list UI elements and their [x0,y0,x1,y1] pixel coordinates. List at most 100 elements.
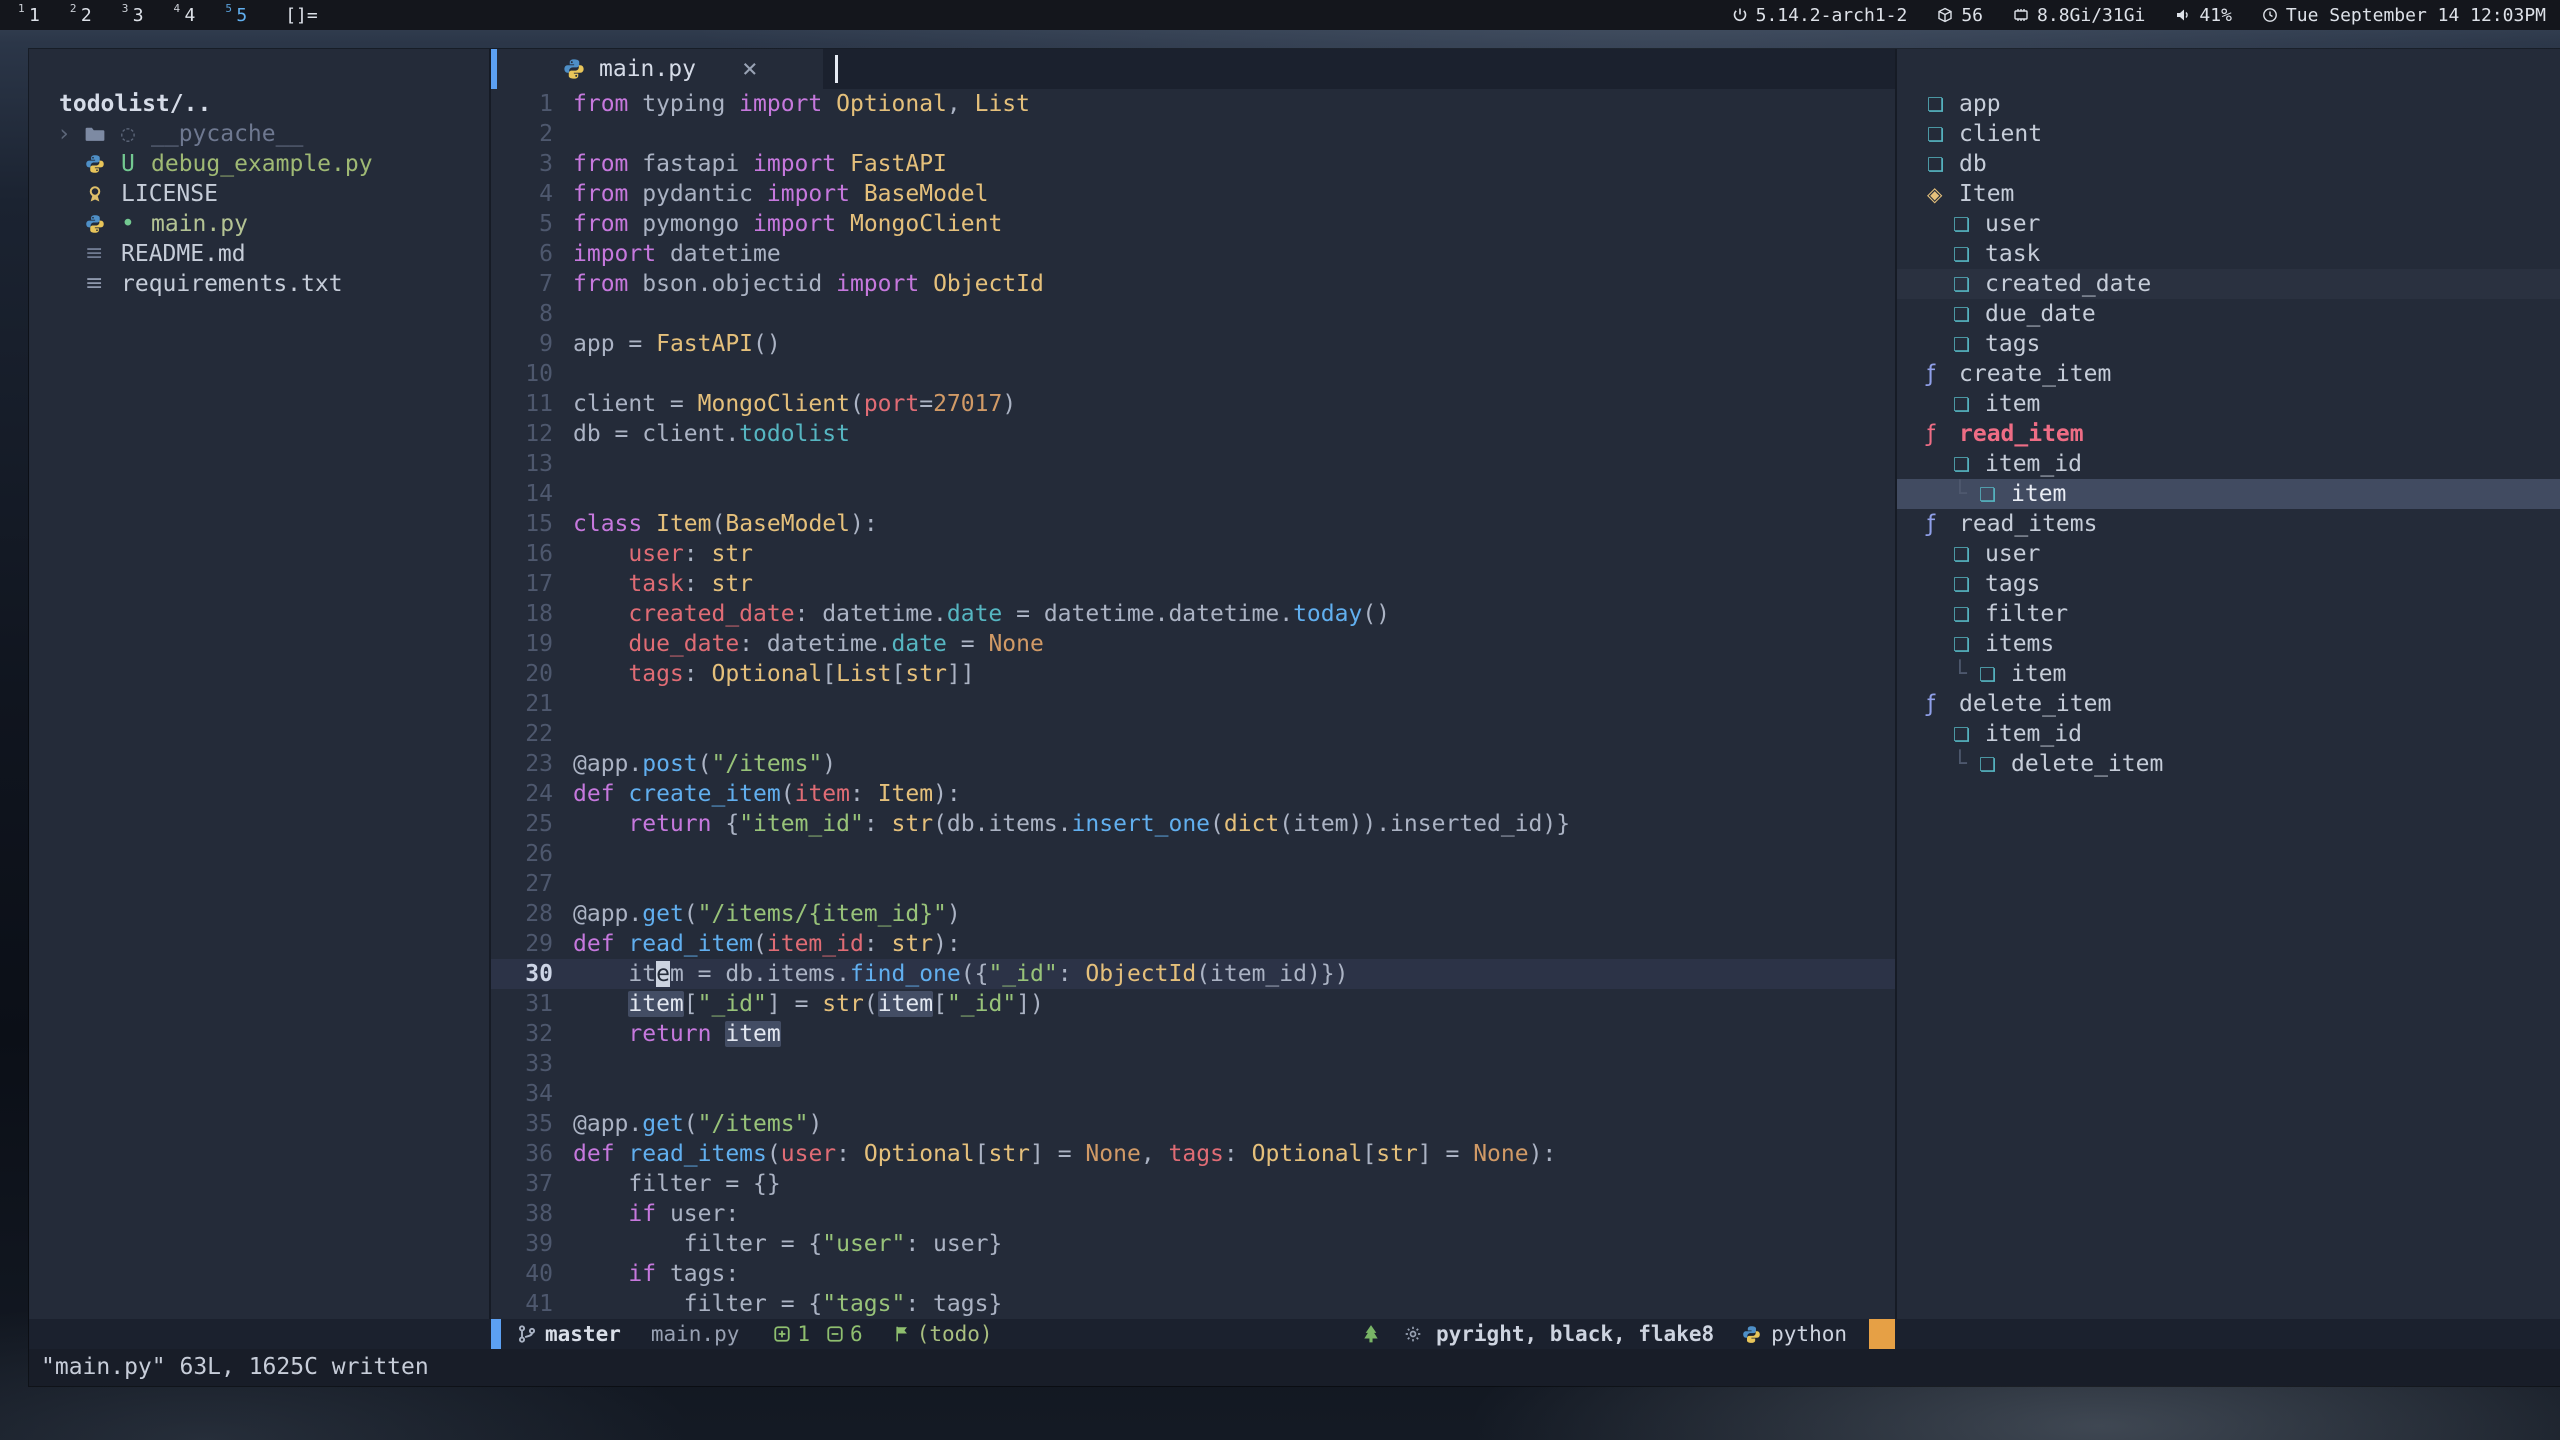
outline-item-item_id[interactable]: ❏item_id [1897,449,2560,479]
variable-icon: ❏ [1979,659,2011,690]
workspace-tag-5[interactable]: 55 [225,5,247,26]
variable-icon: ❏ [1953,329,1985,360]
code-line-39[interactable]: 39 filter = {"user": user} [491,1229,1895,1259]
code-line-32[interactable]: 32 return item [491,1019,1895,1049]
workspace-tag-4[interactable]: 44 [174,5,196,26]
outline-item-client[interactable]: ❏client [1897,119,2560,149]
code-line-21[interactable]: 21 [491,689,1895,719]
tree-item-README.md[interactable]: ≡README.md [29,239,487,269]
code-line-16[interactable]: 16 user: str [491,539,1895,569]
line-number: 11 [491,389,553,419]
outline-item-read_item[interactable]: ƒread_item [1897,419,2560,449]
code-line-19[interactable]: 19 due_date: datetime.date = None [491,629,1895,659]
outline-item-user[interactable]: ❏user [1897,539,2560,569]
outline-item-item[interactable]: └❏item [1897,479,2560,509]
code-line-23[interactable]: 23@app.post("/items") [491,749,1895,779]
outline-item-tags[interactable]: ❏tags [1897,329,2560,359]
outline-item-items[interactable]: ❏items [1897,629,2560,659]
outline-item-label: item_id [1985,719,2082,749]
workspace-tag-3[interactable]: 33 [122,5,144,26]
workspace-tag-2[interactable]: 22 [70,5,92,26]
line-number: 4 [491,179,553,209]
outline-item-due_date[interactable]: ❏due_date [1897,299,2560,329]
tree-item-LICENSE[interactable]: LICENSE [29,179,487,209]
code-line-26[interactable]: 26 [491,839,1895,869]
code-line-4[interactable]: 4from pydantic import BaseModel [491,179,1895,209]
line-text: item = db.items.find_one({"_id": ObjectI… [573,959,1349,989]
code-line-15[interactable]: 15class Item(BaseModel): [491,509,1895,539]
code-line-25[interactable]: 25 return {"item_id": str(db.items.inser… [491,809,1895,839]
tree-item-debug_example.py[interactable]: Udebug_example.py [29,149,487,179]
outline-item-create_item[interactable]: ƒcreate_item [1897,359,2560,389]
outline-item-item_id[interactable]: ❏item_id [1897,719,2560,749]
code-line-7[interactable]: 7from bson.objectid import ObjectId [491,269,1895,299]
code-line-37[interactable]: 37 filter = {} [491,1169,1895,1199]
outline-item-created_date[interactable]: ❏created_date [1897,269,2560,299]
tag-number: 5 [236,5,247,26]
variable-icon: ❏ [1953,389,1985,420]
outline-item-app[interactable]: ❏app [1897,89,2560,119]
code-line-35[interactable]: 35@app.get("/items") [491,1109,1895,1139]
code-line-17[interactable]: 17 task: str [491,569,1895,599]
outline-item-task[interactable]: ❏task [1897,239,2560,269]
outline-item-db[interactable]: ❏db [1897,149,2560,179]
tab-accent-bar [491,49,497,89]
todo-label: (todo) [917,1322,993,1346]
outline-item-item[interactable]: └❏item [1897,659,2560,689]
outline-item-filter[interactable]: ❏filter [1897,599,2560,629]
tag-number: 3 [133,5,144,26]
code-line-9[interactable]: 9app = FastAPI() [491,329,1895,359]
code-line-11[interactable]: 11 client = MongoClient(port=27017) [491,389,1895,419]
tag-client-indicator: 4 [174,2,181,15]
code-line-14[interactable]: 14 [491,479,1895,509]
tree-root[interactable]: todolist/.. [29,89,487,119]
tree-item-__pycache__[interactable]: ›◌__pycache__ [29,119,487,149]
code-line-2[interactable]: 2 [491,119,1895,149]
memory-icon [2013,7,2029,23]
pane-separator-left[interactable] [489,49,491,1319]
outline-item-tags[interactable]: ❏tags [1897,569,2560,599]
tab-close-icon[interactable]: × [742,54,758,84]
outline-item-delete_item[interactable]: ƒdelete_item [1897,689,2560,719]
variable-icon: ❏ [1953,599,1985,630]
outline-item-item[interactable]: ❏item [1897,389,2560,419]
line-number: 23 [491,749,553,779]
tree-items: ›◌__pycache__Udebug_example.pyLICENSE•ma… [29,119,487,299]
class-icon: ◈ [1927,179,1959,209]
code-line-41[interactable]: 41 filter = {"tags": tags} [491,1289,1895,1319]
outline-item-user[interactable]: ❏user [1897,209,2560,239]
line-text: from typing import Optional, List [573,89,1030,119]
code-line-3[interactable]: 3from fastapi import FastAPI [491,149,1895,179]
code-line-30[interactable]: 30 item = db.items.find_one({"_id": Obje… [491,959,1895,989]
code-line-33[interactable]: 33 [491,1049,1895,1079]
workspace-tag-1[interactable]: 11 [18,5,40,26]
code-line-18[interactable]: 18 created_date: datetime.date = datetim… [491,599,1895,629]
code-line-31[interactable]: 31 item["_id"] = str(item["_id"]) [491,989,1895,1019]
code-line-40[interactable]: 40 if tags: [491,1259,1895,1289]
code-line-27[interactable]: 27 [491,869,1895,899]
code-line-28[interactable]: 28@app.get("/items/{item_id}") [491,899,1895,929]
code-line-34[interactable]: 34 [491,1079,1895,1109]
code-line-5[interactable]: 5from pymongo import MongoClient [491,209,1895,239]
code-line-24[interactable]: 24def create_item(item: Item): [491,779,1895,809]
code-line-12[interactable]: 12db = client.todolist [491,419,1895,449]
code-line-13[interactable]: 13 [491,449,1895,479]
tree-item-requirements.txt[interactable]: ≡requirements.txt [29,269,487,299]
code-line-1[interactable]: 1from typing import Optional, List [491,89,1895,119]
tree-item-main.py[interactable]: •main.py [29,209,487,239]
code-line-29[interactable]: 29def read_item(item_id: str): [491,929,1895,959]
outline-item-read_items[interactable]: ƒread_items [1897,509,2560,539]
code-line-10[interactable]: 10 [491,359,1895,389]
tab-main-py[interactable]: main.py × [491,49,823,89]
code-line-22[interactable]: 22 [491,719,1895,749]
outline-item-delete_item[interactable]: └❏delete_item [1897,749,2560,779]
line-text: client = MongoClient(port=27017) [573,389,1016,419]
line-number: 27 [491,869,553,899]
outline-item-Item[interactable]: ◈Item [1897,179,2560,209]
volume-icon [2175,7,2191,23]
code-line-6[interactable]: 6import datetime [491,239,1895,269]
code-line-38[interactable]: 38 if user: [491,1199,1895,1229]
code-line-20[interactable]: 20 tags: Optional[List[str]] [491,659,1895,689]
code-line-36[interactable]: 36def read_items(user: Optional[str] = N… [491,1139,1895,1169]
code-line-8[interactable]: 8 [491,299,1895,329]
